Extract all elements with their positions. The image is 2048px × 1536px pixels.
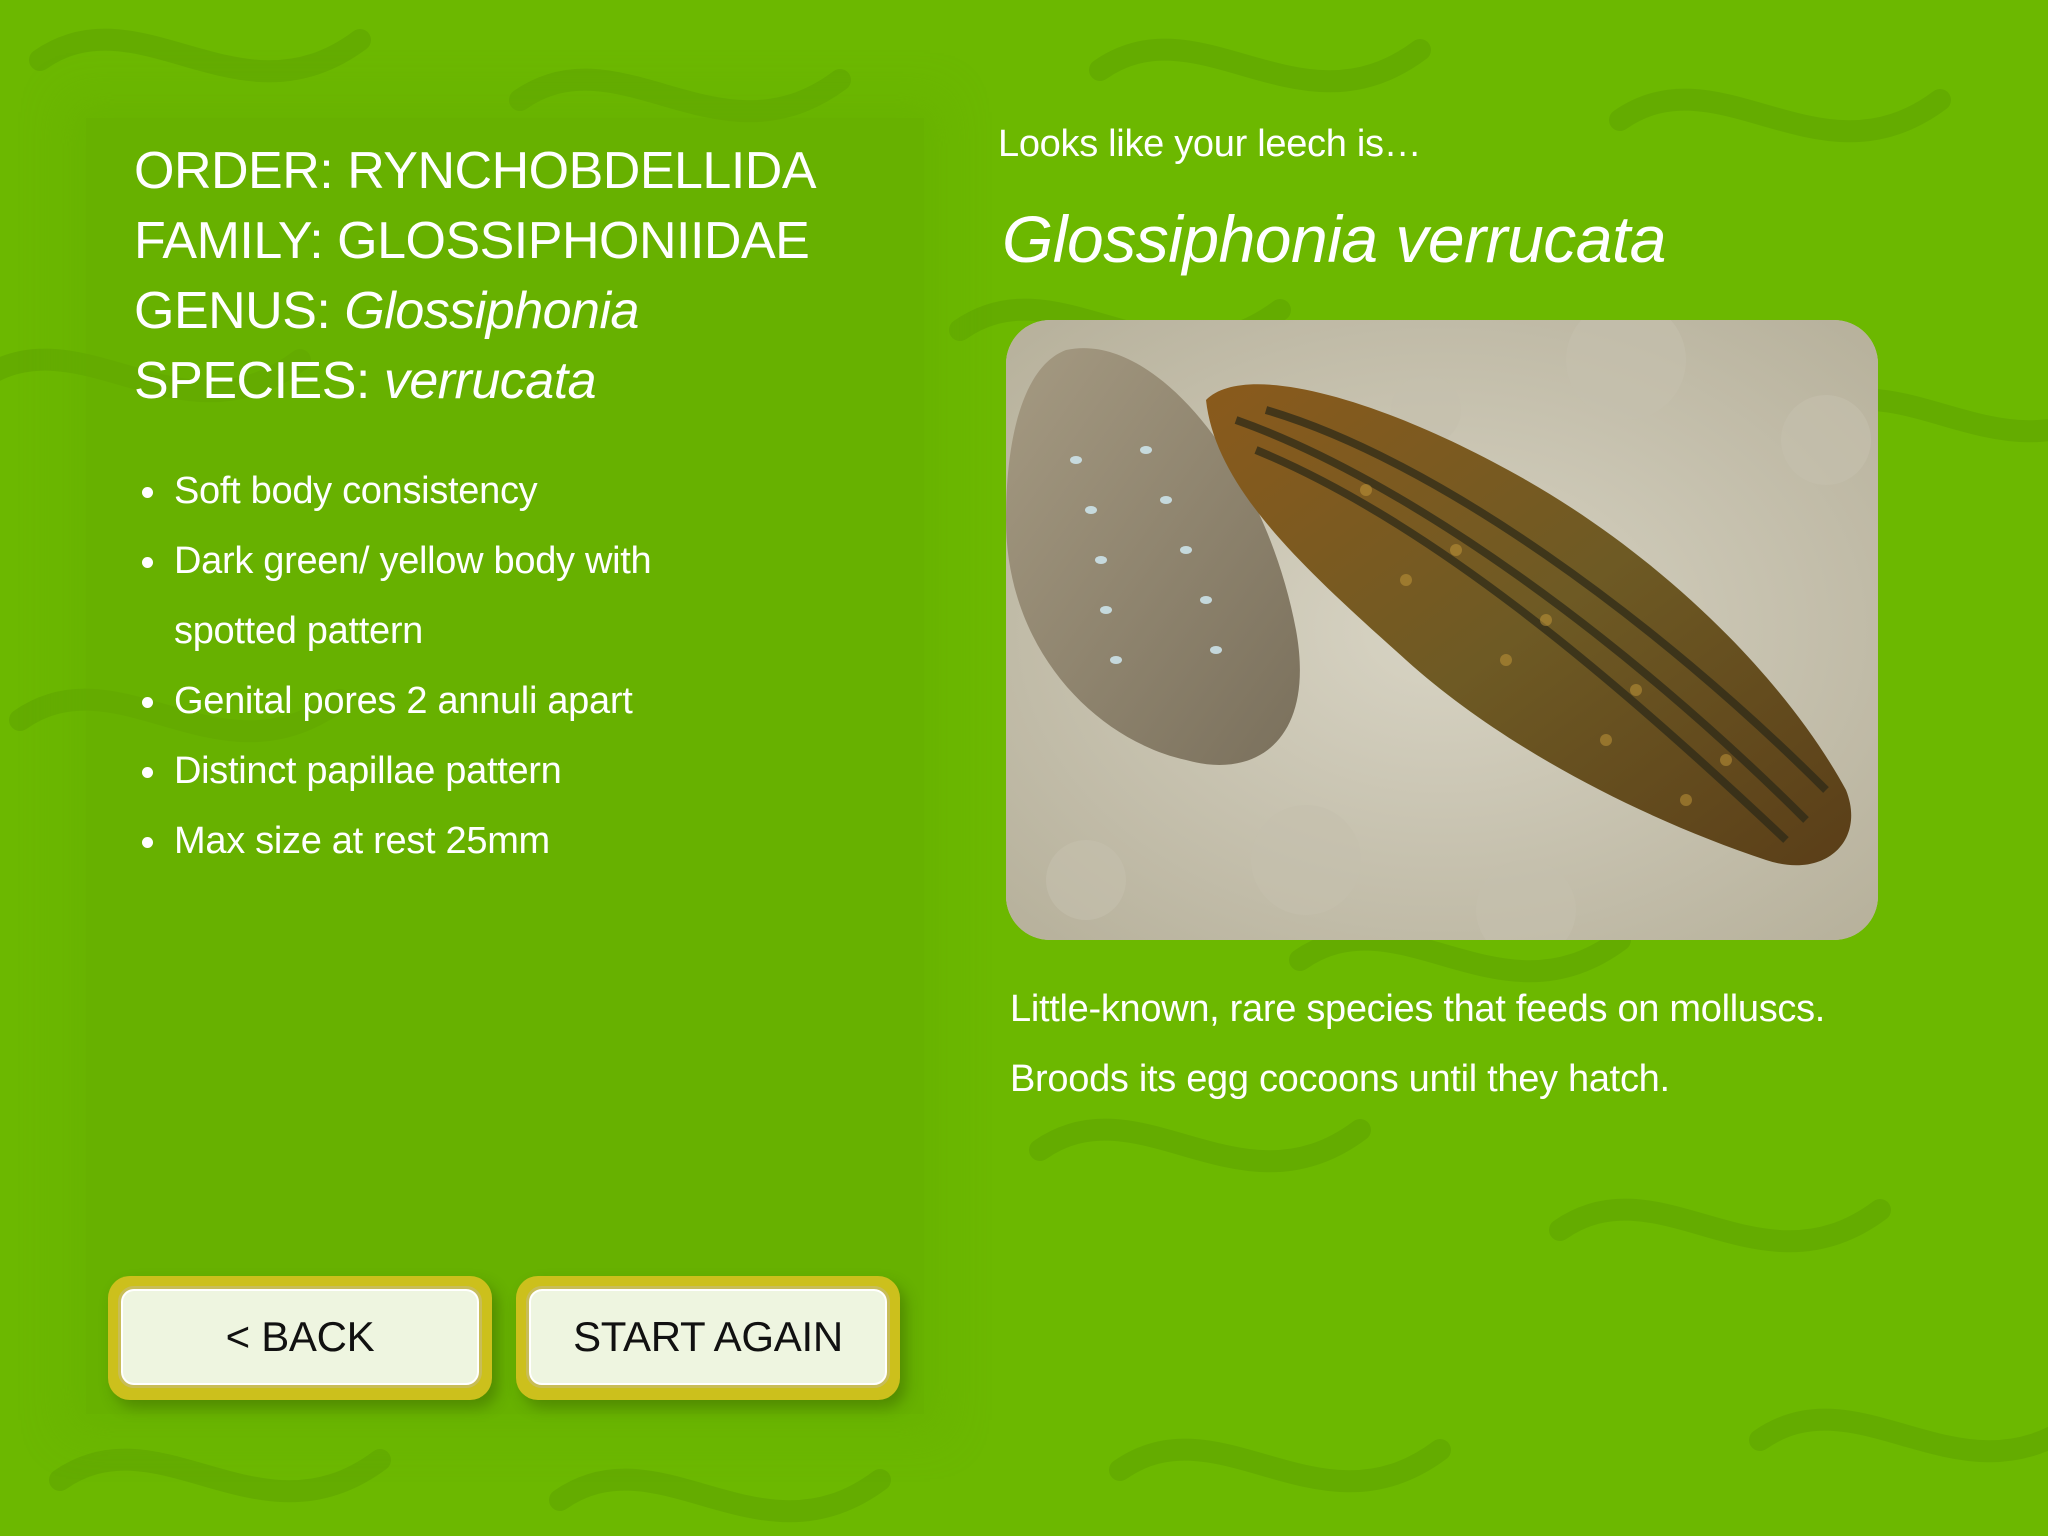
start-again-button-label: START AGAIN bbox=[526, 1286, 890, 1388]
species-title: Glossiphonia verrucata bbox=[1002, 202, 1667, 276]
feature-list: Soft body consistency Dark green/ yellow… bbox=[140, 456, 780, 876]
taxonomy-species: SPECIES: verrucata bbox=[134, 352, 597, 410]
taxonomy-block: ORDER: RYNCHOBDELLIDA FAMILY: GLOSSIPHON… bbox=[134, 136, 817, 416]
feature-item: Soft body consistency bbox=[140, 456, 780, 526]
description-line: Little-known, rare species that feeds on… bbox=[1010, 988, 1826, 1030]
taxonomy-genus: GENUS: Glossiphonia bbox=[134, 282, 639, 340]
taxonomy-family: FAMILY: GLOSSIPHONIIDAE bbox=[134, 212, 810, 270]
result-intro: Looks like your leech is… bbox=[998, 123, 1422, 165]
feature-item: Dark green/ yellow body with spotted pat… bbox=[140, 526, 780, 666]
taxonomy-order: ORDER: RYNCHOBDELLIDA bbox=[134, 142, 817, 200]
species-description: Little-known, rare species that feeds on… bbox=[1010, 974, 1910, 1114]
start-again-button[interactable]: START AGAIN bbox=[516, 1276, 900, 1400]
feature-item: Max size at rest 25mm bbox=[140, 806, 780, 876]
description-line: Broods its egg cocoons until they hatch. bbox=[1010, 1058, 1670, 1100]
back-button[interactable]: < BACK bbox=[108, 1276, 492, 1400]
feature-item: Distinct papillae pattern bbox=[140, 736, 780, 806]
leech-photo bbox=[1006, 320, 1878, 940]
back-button-label: < BACK bbox=[118, 1286, 482, 1388]
feature-item: Genital pores 2 annuli apart bbox=[140, 666, 780, 736]
